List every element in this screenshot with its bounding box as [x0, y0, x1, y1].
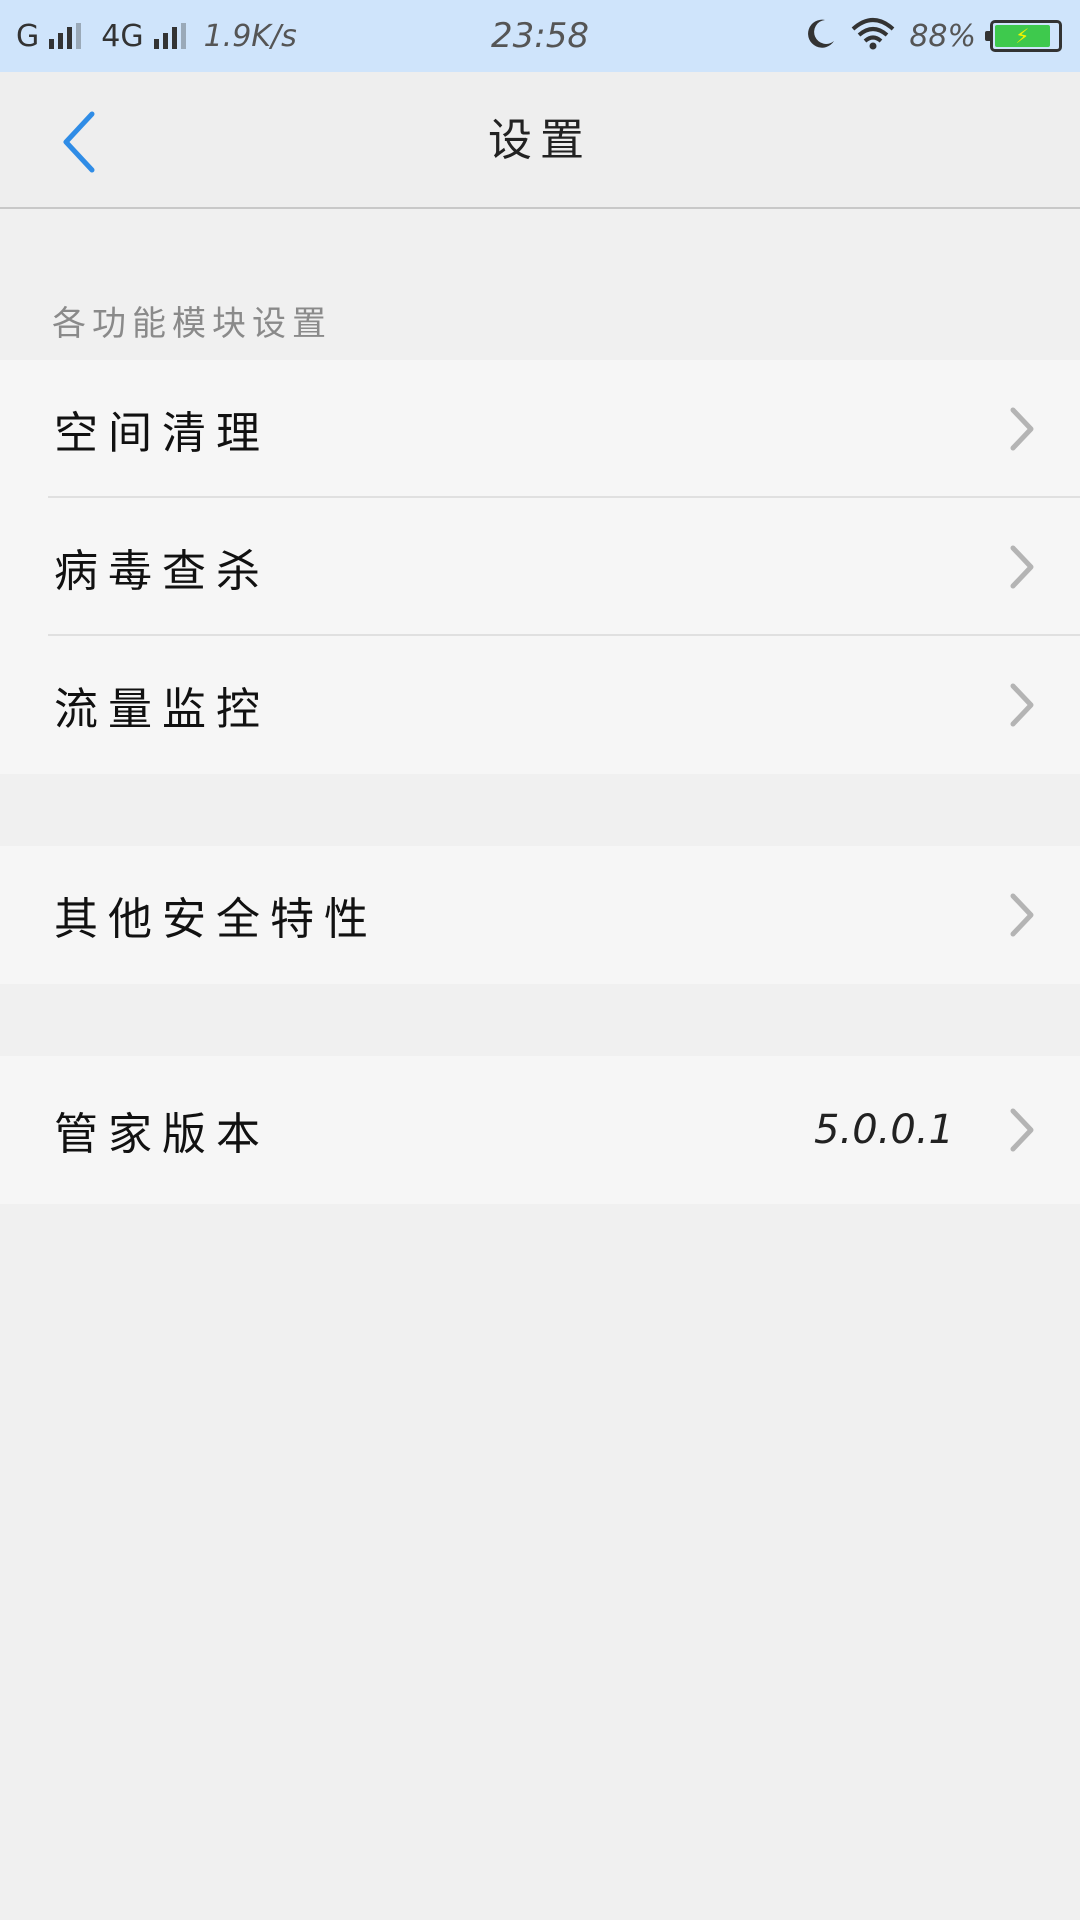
chevron-right-icon	[1010, 545, 1034, 589]
list-item-label: 流量监控	[54, 684, 270, 735]
list-item-label: 空间清理	[54, 408, 270, 459]
back-button[interactable]	[48, 102, 108, 182]
list-item-label: 其他安全特性	[54, 894, 378, 945]
settings-group-security: 其他安全特性	[0, 846, 1080, 984]
signal-icon	[153, 23, 186, 49]
chevron-right-icon	[1010, 683, 1034, 727]
list-item-space-cleanup[interactable]: 空间清理	[0, 360, 1080, 498]
settings-group-modules: 空间清理 病毒查杀 流量监控	[0, 360, 1080, 774]
list-item-virus-scan[interactable]: 病毒查杀	[0, 498, 1080, 636]
list-item-app-version[interactable]: 管家版本 5.0.0.1	[0, 1056, 1080, 1204]
network-type-1: G	[16, 18, 40, 54]
chevron-left-icon	[63, 111, 95, 173]
battery-icon: ⚡	[985, 20, 1062, 52]
list-item-other-security[interactable]: 其他安全特性	[0, 846, 1080, 984]
list-item-traffic-monitor[interactable]: 流量监控	[0, 636, 1080, 774]
signal-icon	[49, 23, 82, 49]
network-type-2: 4G	[101, 18, 144, 54]
network-speed: 1.9K/s	[203, 18, 297, 54]
section-caption: 各功能模块设置	[52, 304, 332, 344]
moon-icon	[803, 17, 837, 55]
chevron-right-icon	[1010, 1108, 1034, 1152]
app-header: 设置	[0, 72, 1080, 209]
list-item-label: 管家版本	[54, 1109, 270, 1160]
chevron-right-icon	[1010, 407, 1034, 451]
page-title: 设置	[488, 115, 592, 166]
status-bar: G 4G 1.9K/s 23:58 88% ⚡	[0, 0, 1080, 72]
lightning-icon: ⚡	[995, 24, 1050, 48]
version-value: 5.0.0.1	[814, 1107, 954, 1153]
status-left: G 4G 1.9K/s	[16, 0, 297, 72]
list-item-label: 病毒查杀	[54, 546, 270, 597]
chevron-right-icon	[1010, 893, 1034, 937]
battery-percent: 88%	[909, 18, 976, 54]
settings-group-version: 管家版本 5.0.0.1	[0, 1056, 1080, 1204]
wifi-icon	[851, 17, 895, 55]
status-right: 88% ⚡	[803, 0, 1062, 72]
